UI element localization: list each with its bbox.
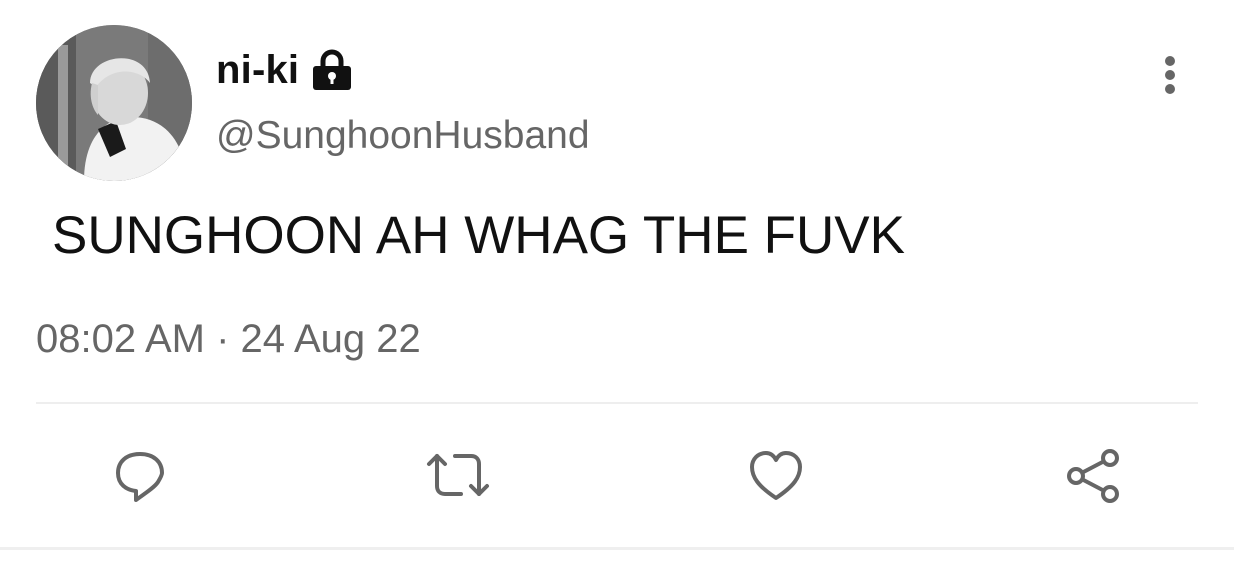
tweet-text: SUNGHOON AH WHAG THE FUVK <box>52 206 905 265</box>
share-button[interactable] <box>1058 440 1130 512</box>
like-button[interactable] <box>740 440 812 512</box>
tweet-timestamp[interactable]: 08:02 AM · 24 Aug 22 <box>36 317 421 362</box>
display-name[interactable]: ni-ki <box>216 48 299 93</box>
avatar[interactable] <box>36 25 192 181</box>
lock-icon <box>309 47 355 93</box>
like-icon <box>750 451 802 500</box>
display-name-row: ni-ki <box>216 44 355 96</box>
reply-button[interactable] <box>104 440 176 512</box>
avatar-image <box>36 25 192 181</box>
retweet-button[interactable] <box>422 440 494 512</box>
share-icon <box>1067 449 1119 503</box>
user-handle[interactable]: @SunghoonHusband <box>216 114 590 158</box>
divider <box>0 547 1234 550</box>
tweet-card: ni-ki @SunghoonHusband SUNGHOON AH WHAG … <box>0 0 1234 566</box>
reply-icon <box>116 452 164 502</box>
divider <box>36 402 1198 404</box>
retweet-icon <box>427 454 489 496</box>
more-vertical-icon[interactable] <box>1150 52 1190 102</box>
